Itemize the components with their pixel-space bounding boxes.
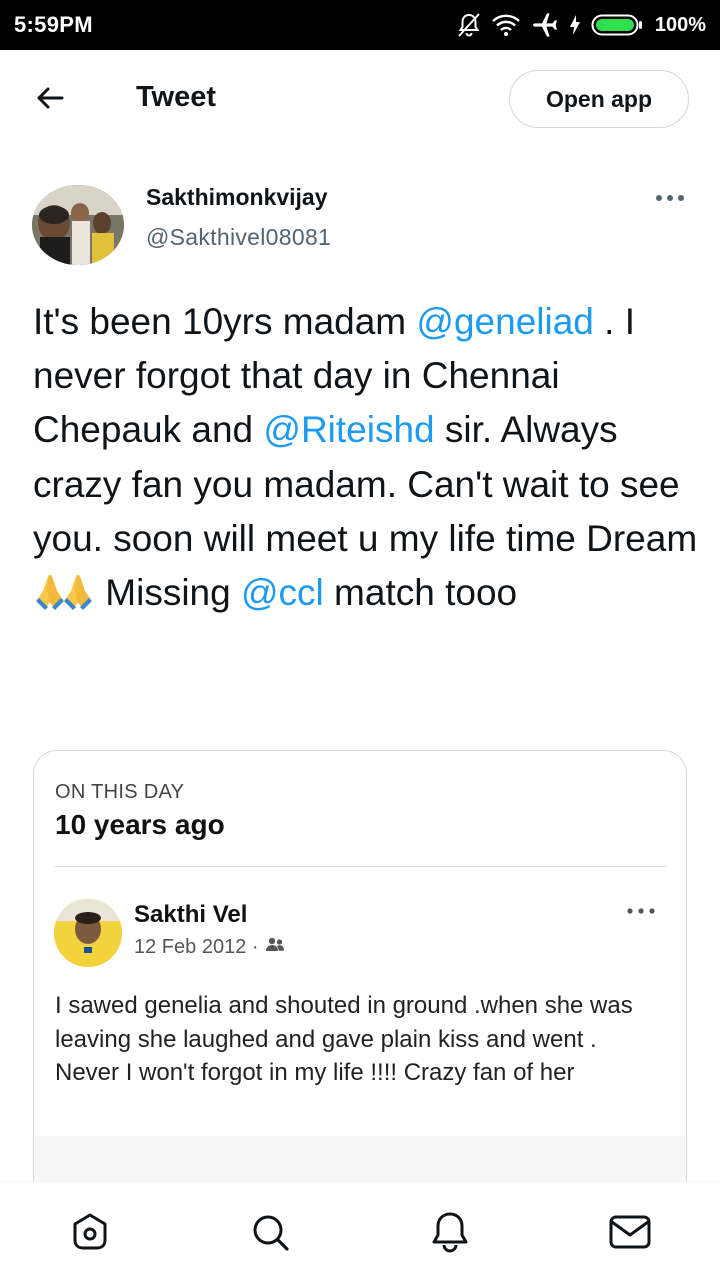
bottom-nav	[0, 1181, 720, 1280]
more-options-button[interactable]	[648, 186, 692, 210]
nav-search[interactable]	[248, 1212, 292, 1256]
nav-messages[interactable]	[608, 1212, 652, 1256]
avatar[interactable]	[32, 185, 124, 265]
battery-percent: 100%	[654, 13, 706, 36]
airplane-icon	[531, 12, 559, 38]
status-bar: 5:59PM 100%	[0, 0, 720, 50]
battery-icon	[591, 13, 643, 37]
tweet-text: It's been 10yrs madam @geneliad . I neve…	[33, 295, 703, 626]
on-this-day-title: 10 years ago	[55, 809, 225, 840]
search-icon	[250, 1212, 290, 1257]
tweet-text-segment: Missing	[95, 572, 241, 614]
back-button[interactable]	[30, 82, 70, 118]
memory-screenshot: ON THIS DAY 10 years ago Sakthi Vel 12 F…	[34, 751, 686, 1229]
nav-notifications[interactable]	[428, 1212, 472, 1256]
tweet-text-segment: It's been 10yrs madam	[33, 301, 417, 342]
notifications-off-icon	[457, 12, 481, 38]
friends-icon	[265, 936, 285, 959]
open-app-button[interactable]: Open app	[509, 70, 689, 128]
post-author-name: Sakthi Vel	[134, 901, 248, 928]
more-horizontal-icon	[655, 189, 685, 207]
mention-geneliad[interactable]: @geneliad	[416, 301, 593, 342]
post-text: I sawed genelia and shouted in ground .w…	[55, 992, 633, 1087]
author-name[interactable]: Sakthimonkvijay	[146, 184, 328, 211]
post-date: 12 Feb 2012 ·	[134, 936, 259, 958]
on-this-day-label: ON THIS DAY	[55, 781, 185, 803]
post-avatar	[54, 899, 122, 967]
mention-riteishd[interactable]: @Riteishd	[263, 409, 434, 450]
author-handle[interactable]: @Sakthivel08081	[146, 224, 331, 251]
nav-home[interactable]	[68, 1212, 112, 1256]
home-icon	[70, 1212, 110, 1257]
praying-hands-icon	[35, 572, 93, 626]
status-time: 5:59PM	[14, 12, 93, 37]
wifi-icon	[491, 13, 521, 37]
status-icons: 100%	[457, 9, 706, 41]
arrow-left-icon	[35, 86, 65, 115]
post-meta: 12 Feb 2012 ·	[134, 936, 285, 959]
divider	[55, 866, 667, 867]
post-more-icon	[624, 901, 658, 921]
page-title: Tweet	[136, 81, 217, 113]
tweet-text-segment: match tooo	[323, 572, 518, 614]
top-nav: Tweet Open app	[0, 50, 720, 150]
charging-icon	[569, 14, 581, 36]
mention-ccl[interactable]: @ccl	[241, 572, 324, 613]
messages-icon	[609, 1214, 651, 1255]
avatar-photo	[32, 185, 124, 265]
media-card[interactable]: ON THIS DAY 10 years ago Sakthi Vel 12 F…	[33, 750, 687, 1230]
notifications-icon	[430, 1211, 470, 1258]
